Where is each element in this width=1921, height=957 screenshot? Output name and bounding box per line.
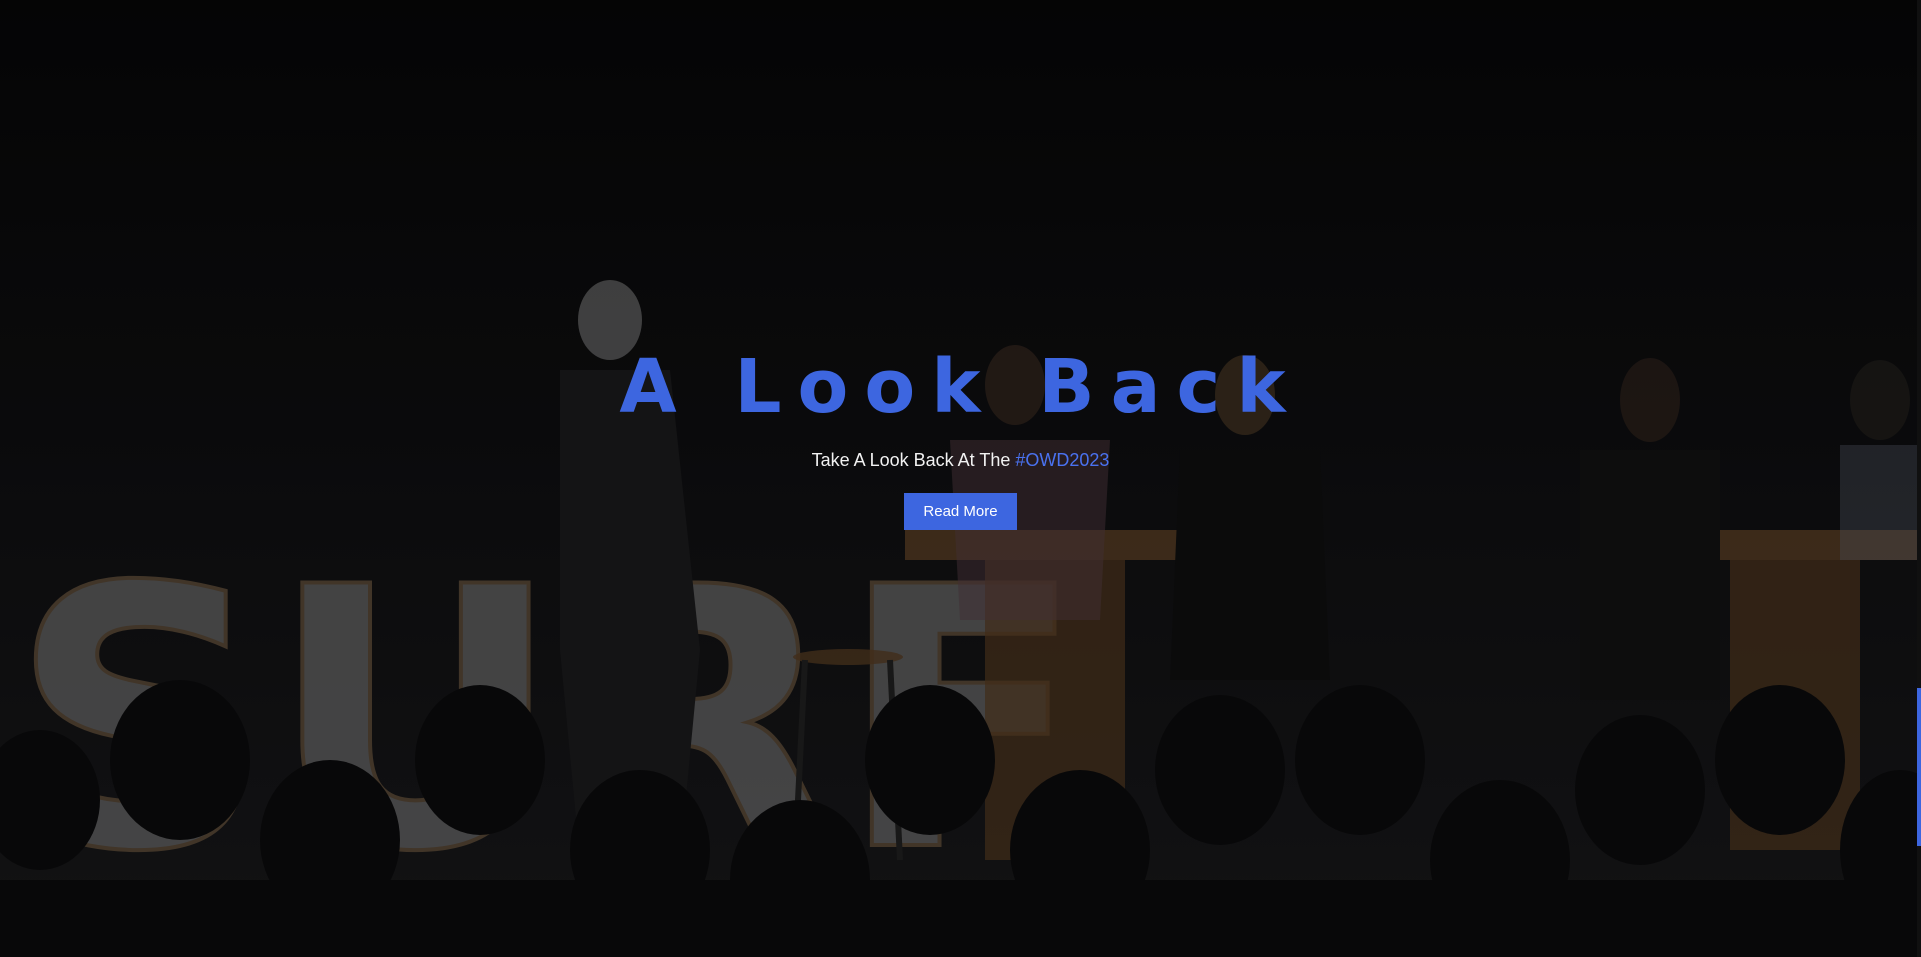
hero-section: SURF A Look Back Take A Look Back At The…: [0, 0, 1921, 957]
hero-subtitle-text: Take A Look Back At The: [811, 450, 1016, 470]
hero-subtitle: Take A Look Back At The #OWD2023: [0, 450, 1921, 471]
page-scrollbar[interactable]: [1917, 0, 1921, 957]
read-more-button[interactable]: Read More: [904, 493, 1017, 530]
hero-subtitle-hashtag: #OWD2023: [1015, 450, 1110, 470]
scrollbar-thumb[interactable]: [1917, 688, 1921, 846]
hero-title: A Look Back: [619, 344, 1302, 430]
hero-content: A Look Back Take A Look Back At The #OWD…: [0, 350, 1921, 530]
